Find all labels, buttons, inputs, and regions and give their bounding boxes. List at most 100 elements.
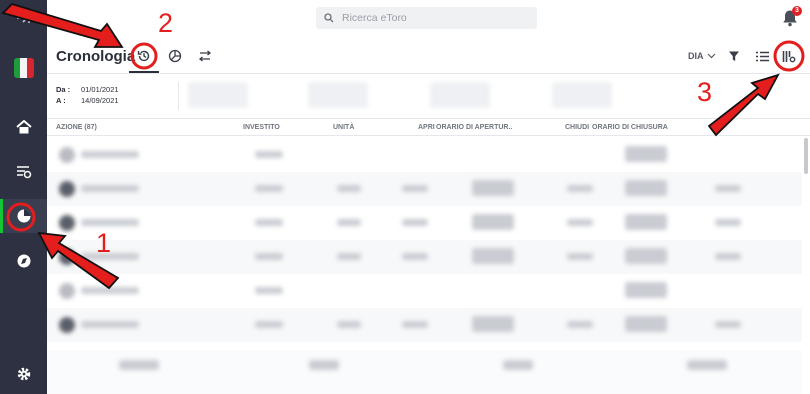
asset-logo (59, 147, 75, 163)
extra-value (715, 219, 741, 226)
from-label: Da : (56, 85, 71, 94)
page-header: Cronologia DIA (47, 38, 810, 74)
close-value (567, 253, 593, 260)
gear-icon (17, 367, 30, 381)
history-icon (137, 50, 150, 62)
table-row[interactable] (47, 274, 802, 308)
asset-logo (59, 283, 75, 299)
close-value (567, 321, 593, 328)
close-time-value (625, 146, 667, 162)
column-header-close-time[interactable]: ORARIO DI CHIUSURA (592, 124, 668, 131)
search-input[interactable]: Ricerca eToro (342, 12, 407, 24)
sidebar-item-watchlist[interactable] (0, 155, 47, 189)
notifications-button[interactable]: 3 (782, 6, 802, 27)
page-title: Cronologia (56, 48, 136, 65)
close-time-value (625, 248, 667, 264)
column-header-open-time[interactable]: ORARIO DI APERTUR.. (436, 124, 512, 131)
asset-logo (59, 317, 75, 333)
open-time-value (472, 316, 514, 332)
sidebar-item-discover[interactable] (0, 244, 47, 278)
tab-history[interactable] (134, 46, 154, 66)
open-value (402, 219, 428, 226)
period-dropdown[interactable]: DIA (688, 51, 716, 61)
column-settings-icon (782, 50, 796, 62)
sidebar-item-settings[interactable] (0, 357, 47, 391)
asset-logo (59, 215, 75, 231)
divider (178, 82, 179, 110)
column-header-units[interactable]: UNITÀ (333, 124, 354, 131)
list-view-button[interactable] (752, 46, 772, 66)
column-header-close[interactable]: CHIUDI (565, 124, 589, 131)
italy-flag-icon (13, 58, 34, 78)
extra-value (715, 321, 741, 328)
column-settings-button[interactable] (779, 46, 799, 66)
tab-transactions[interactable] (195, 46, 215, 66)
notification-count-badge: 3 (792, 6, 802, 16)
open-time-value (472, 248, 514, 264)
annotation-number-3: 3 (697, 77, 713, 107)
stat-blurred (552, 82, 612, 108)
asset-name (81, 287, 139, 294)
invested-value (255, 185, 283, 192)
open-time-value (472, 180, 514, 196)
pie-chart-icon (168, 49, 182, 63)
column-header-action[interactable]: AZIONE (87) (56, 124, 97, 131)
date-range[interactable]: Da : 01/01/2021 A : 14/09/2021 (56, 84, 119, 106)
units-value (337, 253, 361, 260)
from-date: 01/01/2021 (81, 85, 119, 94)
chevron-down-icon (707, 53, 715, 59)
filter-icon (729, 51, 739, 61)
asset-logo (59, 181, 75, 197)
extra-value (715, 253, 741, 260)
swap-arrows-icon (198, 50, 212, 62)
scrollbar[interactable] (804, 138, 808, 174)
table-row[interactable] (47, 240, 802, 274)
expand-sidebar-button[interactable] (0, 1, 47, 35)
blurred-value (503, 360, 533, 370)
list-icon (755, 51, 769, 61)
asset-name (81, 185, 139, 192)
period-label: DIA (688, 51, 704, 61)
stat-blurred (308, 82, 368, 108)
expand-arrow-icon (16, 13, 30, 23)
open-value (402, 321, 428, 328)
open-value (402, 253, 428, 260)
column-header-invested[interactable]: INVESTITO (243, 124, 280, 131)
invested-value (255, 219, 283, 226)
home-icon (15, 120, 32, 134)
etoro-history-page: Ricerca eToro 3 Cronologia DIA Da: 01/0… (0, 0, 810, 394)
table-row[interactable] (47, 308, 802, 342)
table-row[interactable] (47, 206, 802, 240)
profile-avatar[interactable] (0, 51, 47, 85)
stat-blurred (188, 82, 248, 108)
blurred-value (309, 360, 339, 370)
extra-value (715, 185, 741, 192)
search-box[interactable]: Ricerca eToro (316, 7, 537, 29)
close-value (567, 219, 593, 226)
invested-value (255, 287, 283, 294)
filter-button[interactable] (724, 46, 744, 66)
discover-icon (17, 254, 30, 268)
close-time-value (625, 316, 667, 332)
annotation-number-2: 2 (158, 8, 174, 38)
invested-value (255, 253, 283, 260)
column-header-open[interactable]: APRI (418, 124, 435, 131)
invested-value (255, 151, 283, 158)
asset-logo (59, 249, 75, 265)
open-value (402, 185, 428, 192)
active-tab-indicator (129, 71, 159, 73)
watchlist-icon (16, 166, 31, 179)
sidebar (0, 0, 47, 394)
units-value (337, 185, 361, 192)
sidebar-item-portfolio[interactable] (0, 199, 47, 233)
tab-portfolio-chart[interactable] (165, 46, 185, 66)
sidebar-item-home[interactable] (0, 110, 47, 144)
table-row[interactable] (47, 138, 802, 172)
units-value (337, 321, 361, 328)
units-value (337, 219, 361, 226)
close-time-value (625, 180, 667, 196)
asset-name (81, 151, 139, 158)
table-row[interactable] (47, 172, 802, 206)
stat-blurred (430, 82, 490, 108)
asset-name (81, 219, 139, 226)
